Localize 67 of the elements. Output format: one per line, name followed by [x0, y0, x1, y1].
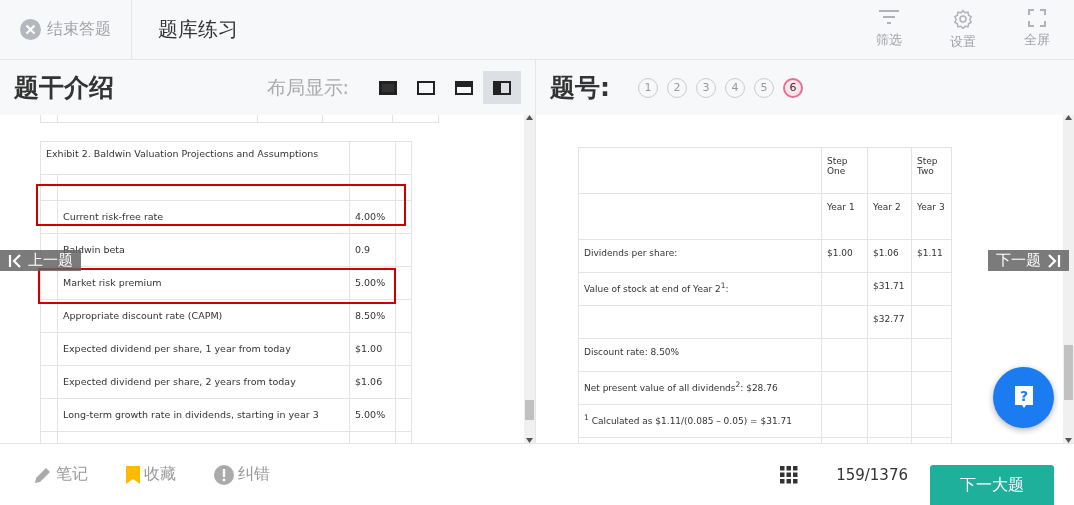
skip-forward-icon	[1047, 253, 1061, 268]
table-cell: Expected dividend per share, 2 years from today	[63, 376, 296, 387]
scrollbar[interactable]	[1063, 115, 1074, 443]
table-cell: Step One	[827, 156, 848, 176]
layout-icon	[455, 80, 473, 95]
toolbar-button[interactable]: 设置	[926, 8, 1000, 51]
next-question-button[interactable]: 下一题	[988, 250, 1069, 271]
previous-question-button[interactable]: 上一题	[0, 250, 81, 271]
filter-icon	[878, 8, 900, 27]
table-cell: $31.71	[873, 281, 905, 291]
layout-icon	[493, 80, 511, 95]
grid-icon[interactable]	[780, 465, 799, 484]
bookmark-icon	[126, 465, 140, 484]
table-cell: $32.77	[873, 314, 905, 324]
footer-action-button[interactable]: 收藏	[126, 464, 176, 485]
table-cell: Expected dividend per share, 1 year from today	[63, 343, 291, 354]
table-cell: Market risk premium	[63, 277, 162, 288]
question-number[interactable]: 6	[783, 77, 803, 98]
table-cell: $1.00	[355, 343, 383, 354]
table-cell: $1.11	[917, 248, 943, 258]
footer-action-button[interactable]: 纠错	[214, 464, 270, 485]
table-cell: Appropriate discount rate (CAPM)	[63, 310, 223, 321]
table-cell: $^{1}$ Calculated as $1.11/(0.085 – 0.05) = $31.71	[584, 416, 792, 426]
close-icon	[20, 19, 41, 40]
fullscreen-icon	[1028, 8, 1046, 27]
scrollbar-thumb[interactable]	[1064, 345, 1073, 400]
exclamation-icon	[214, 464, 234, 485]
end-answer-button[interactable]: 结束答题	[0, 0, 132, 60]
table-cell: 0.9	[355, 244, 371, 255]
panel-title: 题号:	[550, 72, 610, 104]
pencil-icon	[34, 465, 52, 484]
table-cell: Year 1	[827, 202, 855, 212]
layout-icon	[379, 80, 397, 95]
table-cell: $1.06	[355, 376, 383, 387]
table-cell: Long-term growth rate in dividends, starting in year 3	[63, 409, 319, 420]
table-cell: $1.06	[873, 248, 899, 258]
table-cell: Current risk-free rate	[63, 211, 164, 222]
table-cell: Step Two	[917, 156, 938, 176]
table-cell: 8.50%	[355, 310, 386, 321]
next-section-button[interactable]: 下一大题	[930, 464, 1054, 505]
table-cell: Year 2	[873, 202, 901, 212]
exhibit-title: Exhibit 2. Baldwin Valuation Projections and Assumptions	[46, 147, 319, 159]
table-cell: Dividends per share:	[584, 248, 678, 258]
table-cell: 5.00%	[355, 277, 386, 288]
table-cell: Discount rate: 8.50%	[584, 347, 680, 357]
layout-label: 布局显示:	[266, 74, 349, 100]
toolbar-button[interactable]: 全屏	[1000, 8, 1074, 51]
footer-action-button[interactable]: 笔记	[34, 464, 88, 485]
settings-icon	[953, 8, 973, 29]
table-cell: $1.00	[827, 248, 853, 258]
scrollbar[interactable]	[524, 115, 535, 443]
panel-title: 题干介绍	[14, 72, 114, 104]
layout-button[interactable]	[483, 71, 521, 104]
progress-counter: 159/1376	[836, 465, 908, 484]
table-cell: 4.00%	[355, 211, 386, 222]
skip-back-icon	[8, 253, 22, 268]
page-title: 题库练习	[158, 16, 239, 43]
layout-icon	[417, 80, 435, 95]
table-cell: 5.00%	[355, 409, 386, 420]
table-cell: Value of stock at end of Year 2$^{1}$:	[584, 284, 729, 294]
toolbar-button[interactable]: 筛选	[852, 8, 926, 51]
help-button[interactable]: ?	[993, 367, 1054, 428]
scroll-down-icon[interactable]	[526, 438, 533, 443]
table-cell: Net present value of all dividends$^{2}$: $28.76	[584, 383, 778, 393]
table-cell: Year 3	[917, 202, 945, 212]
scrollbar-thumb[interactable]	[525, 400, 534, 420]
scroll-down-icon[interactable]	[1065, 438, 1072, 443]
